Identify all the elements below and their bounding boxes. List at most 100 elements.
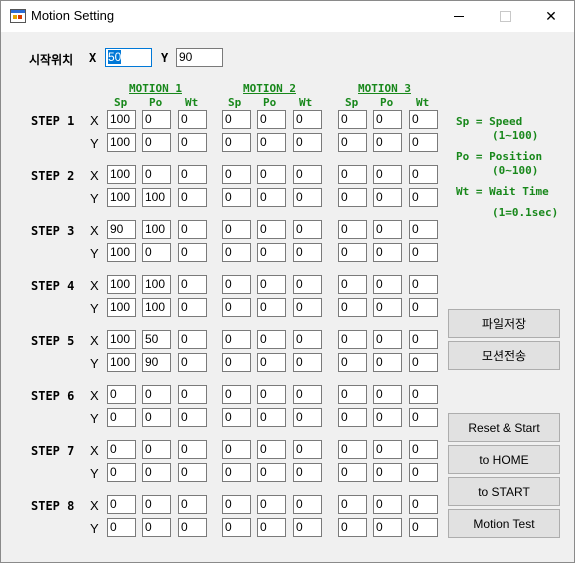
step-3-y-motion-3-wt-input[interactable]: 0 (409, 243, 438, 262)
step-2-x-motion-2-wt-input[interactable]: 0 (293, 165, 322, 184)
step-4-x-motion-2-sp-input[interactable]: 0 (222, 275, 251, 294)
step-3-x-motion-3-wt-input[interactable]: 0 (409, 220, 438, 239)
step-3-x-motion-3-sp-input[interactable]: 0 (338, 220, 367, 239)
step-3-x-motion-1-wt-input[interactable]: 0 (178, 220, 207, 239)
step-2-y-motion-2-po-input[interactable]: 0 (257, 188, 286, 207)
step-2-y-motion-2-sp-input[interactable]: 0 (222, 188, 251, 207)
step-4-y-motion-3-po-input[interactable]: 0 (373, 298, 402, 317)
step-5-x-motion-1-sp-input[interactable]: 100 (107, 330, 136, 349)
step-3-y-motion-2-po-input[interactable]: 0 (257, 243, 286, 262)
step-6-y-motion-3-po-input[interactable]: 0 (373, 408, 402, 427)
step-8-x-motion-2-po-input[interactable]: 0 (257, 495, 286, 514)
step-8-y-motion-2-wt-input[interactable]: 0 (293, 518, 322, 537)
step-1-y-motion-3-wt-input[interactable]: 0 (409, 133, 438, 152)
step-4-x-motion-3-po-input[interactable]: 0 (373, 275, 402, 294)
step-2-y-motion-1-wt-input[interactable]: 0 (178, 188, 207, 207)
step-3-y-motion-1-sp-input[interactable]: 100 (107, 243, 136, 262)
step-8-x-motion-3-wt-input[interactable]: 0 (409, 495, 438, 514)
step-2-y-motion-3-po-input[interactable]: 0 (373, 188, 402, 207)
step-6-y-motion-2-sp-input[interactable]: 0 (222, 408, 251, 427)
step-4-y-motion-1-po-input[interactable]: 100 (142, 298, 171, 317)
step-8-x-motion-3-po-input[interactable]: 0 (373, 495, 402, 514)
step-3-y-motion-1-wt-input[interactable]: 0 (178, 243, 207, 262)
step-4-x-motion-3-wt-input[interactable]: 0 (409, 275, 438, 294)
step-1-x-motion-1-po-input[interactable]: 0 (142, 110, 171, 129)
step-8-y-motion-2-po-input[interactable]: 0 (257, 518, 286, 537)
step-7-x-motion-3-po-input[interactable]: 0 (373, 440, 402, 459)
step-8-x-motion-1-wt-input[interactable]: 0 (178, 495, 207, 514)
to-start-button[interactable]: to START (448, 477, 560, 506)
step-3-y-motion-3-po-input[interactable]: 0 (373, 243, 402, 262)
step-1-y-motion-1-po-input[interactable]: 0 (142, 133, 171, 152)
step-5-x-motion-2-wt-input[interactable]: 0 (293, 330, 322, 349)
step-6-x-motion-1-sp-input[interactable]: 0 (107, 385, 136, 404)
step-1-x-motion-3-po-input[interactable]: 0 (373, 110, 402, 129)
step-2-y-motion-2-wt-input[interactable]: 0 (293, 188, 322, 207)
step-6-x-motion-1-wt-input[interactable]: 0 (178, 385, 207, 404)
step-8-y-motion-2-sp-input[interactable]: 0 (222, 518, 251, 537)
minimize-button[interactable] (436, 1, 482, 32)
step-8-y-motion-3-sp-input[interactable]: 0 (338, 518, 367, 537)
step-6-y-motion-1-wt-input[interactable]: 0 (178, 408, 207, 427)
step-5-x-motion-1-wt-input[interactable]: 0 (178, 330, 207, 349)
step-7-x-motion-1-po-input[interactable]: 0 (142, 440, 171, 459)
step-2-y-motion-1-po-input[interactable]: 100 (142, 188, 171, 207)
step-4-x-motion-2-wt-input[interactable]: 0 (293, 275, 322, 294)
step-6-y-motion-3-wt-input[interactable]: 0 (409, 408, 438, 427)
step-3-x-motion-1-po-input[interactable]: 100 (142, 220, 171, 239)
step-3-x-motion-1-sp-input[interactable]: 90 (107, 220, 136, 239)
send-motion-button[interactable]: 모션전송 (448, 341, 560, 370)
step-5-y-motion-1-po-input[interactable]: 90 (142, 353, 171, 372)
step-5-x-motion-2-sp-input[interactable]: 0 (222, 330, 251, 349)
step-7-y-motion-2-sp-input[interactable]: 0 (222, 463, 251, 482)
step-5-y-motion-2-po-input[interactable]: 0 (257, 353, 286, 372)
step-6-y-motion-2-wt-input[interactable]: 0 (293, 408, 322, 427)
step-4-x-motion-1-wt-input[interactable]: 0 (178, 275, 207, 294)
step-1-x-motion-2-sp-input[interactable]: 0 (222, 110, 251, 129)
step-5-y-motion-3-wt-input[interactable]: 0 (409, 353, 438, 372)
step-1-y-motion-2-wt-input[interactable]: 0 (293, 133, 322, 152)
step-8-x-motion-2-sp-input[interactable]: 0 (222, 495, 251, 514)
step-4-y-motion-3-sp-input[interactable]: 0 (338, 298, 367, 317)
step-3-y-motion-2-wt-input[interactable]: 0 (293, 243, 322, 262)
step-7-y-motion-3-wt-input[interactable]: 0 (409, 463, 438, 482)
start-y-input[interactable]: 90 (176, 48, 223, 67)
step-4-x-motion-1-sp-input[interactable]: 100 (107, 275, 136, 294)
step-5-x-motion-1-po-input[interactable]: 50 (142, 330, 171, 349)
step-7-x-motion-2-wt-input[interactable]: 0 (293, 440, 322, 459)
step-6-x-motion-3-sp-input[interactable]: 0 (338, 385, 367, 404)
step-8-y-motion-3-wt-input[interactable]: 0 (409, 518, 438, 537)
step-3-y-motion-3-sp-input[interactable]: 0 (338, 243, 367, 262)
step-4-y-motion-3-wt-input[interactable]: 0 (409, 298, 438, 317)
step-8-y-motion-3-po-input[interactable]: 0 (373, 518, 402, 537)
step-5-y-motion-3-sp-input[interactable]: 0 (338, 353, 367, 372)
close-button[interactable]: ✕ (528, 1, 574, 32)
step-1-y-motion-3-sp-input[interactable]: 0 (338, 133, 367, 152)
step-6-y-motion-2-po-input[interactable]: 0 (257, 408, 286, 427)
step-2-x-motion-2-po-input[interactable]: 0 (257, 165, 286, 184)
step-8-y-motion-1-sp-input[interactable]: 0 (107, 518, 136, 537)
step-5-x-motion-2-po-input[interactable]: 0 (257, 330, 286, 349)
step-2-x-motion-1-po-input[interactable]: 0 (142, 165, 171, 184)
step-5-y-motion-1-wt-input[interactable]: 0 (178, 353, 207, 372)
step-8-x-motion-2-wt-input[interactable]: 0 (293, 495, 322, 514)
step-2-y-motion-3-sp-input[interactable]: 0 (338, 188, 367, 207)
step-7-y-motion-2-po-input[interactable]: 0 (257, 463, 286, 482)
title-bar[interactable]: Motion Setting ✕ (1, 1, 574, 32)
step-7-x-motion-2-po-input[interactable]: 0 (257, 440, 286, 459)
step-6-x-motion-3-wt-input[interactable]: 0 (409, 385, 438, 404)
step-6-x-motion-2-po-input[interactable]: 0 (257, 385, 286, 404)
step-7-y-motion-3-po-input[interactable]: 0 (373, 463, 402, 482)
step-4-y-motion-2-wt-input[interactable]: 0 (293, 298, 322, 317)
step-6-y-motion-1-po-input[interactable]: 0 (142, 408, 171, 427)
step-2-x-motion-2-sp-input[interactable]: 0 (222, 165, 251, 184)
step-4-x-motion-1-po-input[interactable]: 100 (142, 275, 171, 294)
step-1-y-motion-1-wt-input[interactable]: 0 (178, 133, 207, 152)
step-6-y-motion-3-sp-input[interactable]: 0 (338, 408, 367, 427)
step-5-x-motion-3-sp-input[interactable]: 0 (338, 330, 367, 349)
step-4-x-motion-2-po-input[interactable]: 0 (257, 275, 286, 294)
step-2-x-motion-3-wt-input[interactable]: 0 (409, 165, 438, 184)
step-4-y-motion-2-sp-input[interactable]: 0 (222, 298, 251, 317)
step-5-y-motion-3-po-input[interactable]: 0 (373, 353, 402, 372)
step-8-y-motion-1-po-input[interactable]: 0 (142, 518, 171, 537)
